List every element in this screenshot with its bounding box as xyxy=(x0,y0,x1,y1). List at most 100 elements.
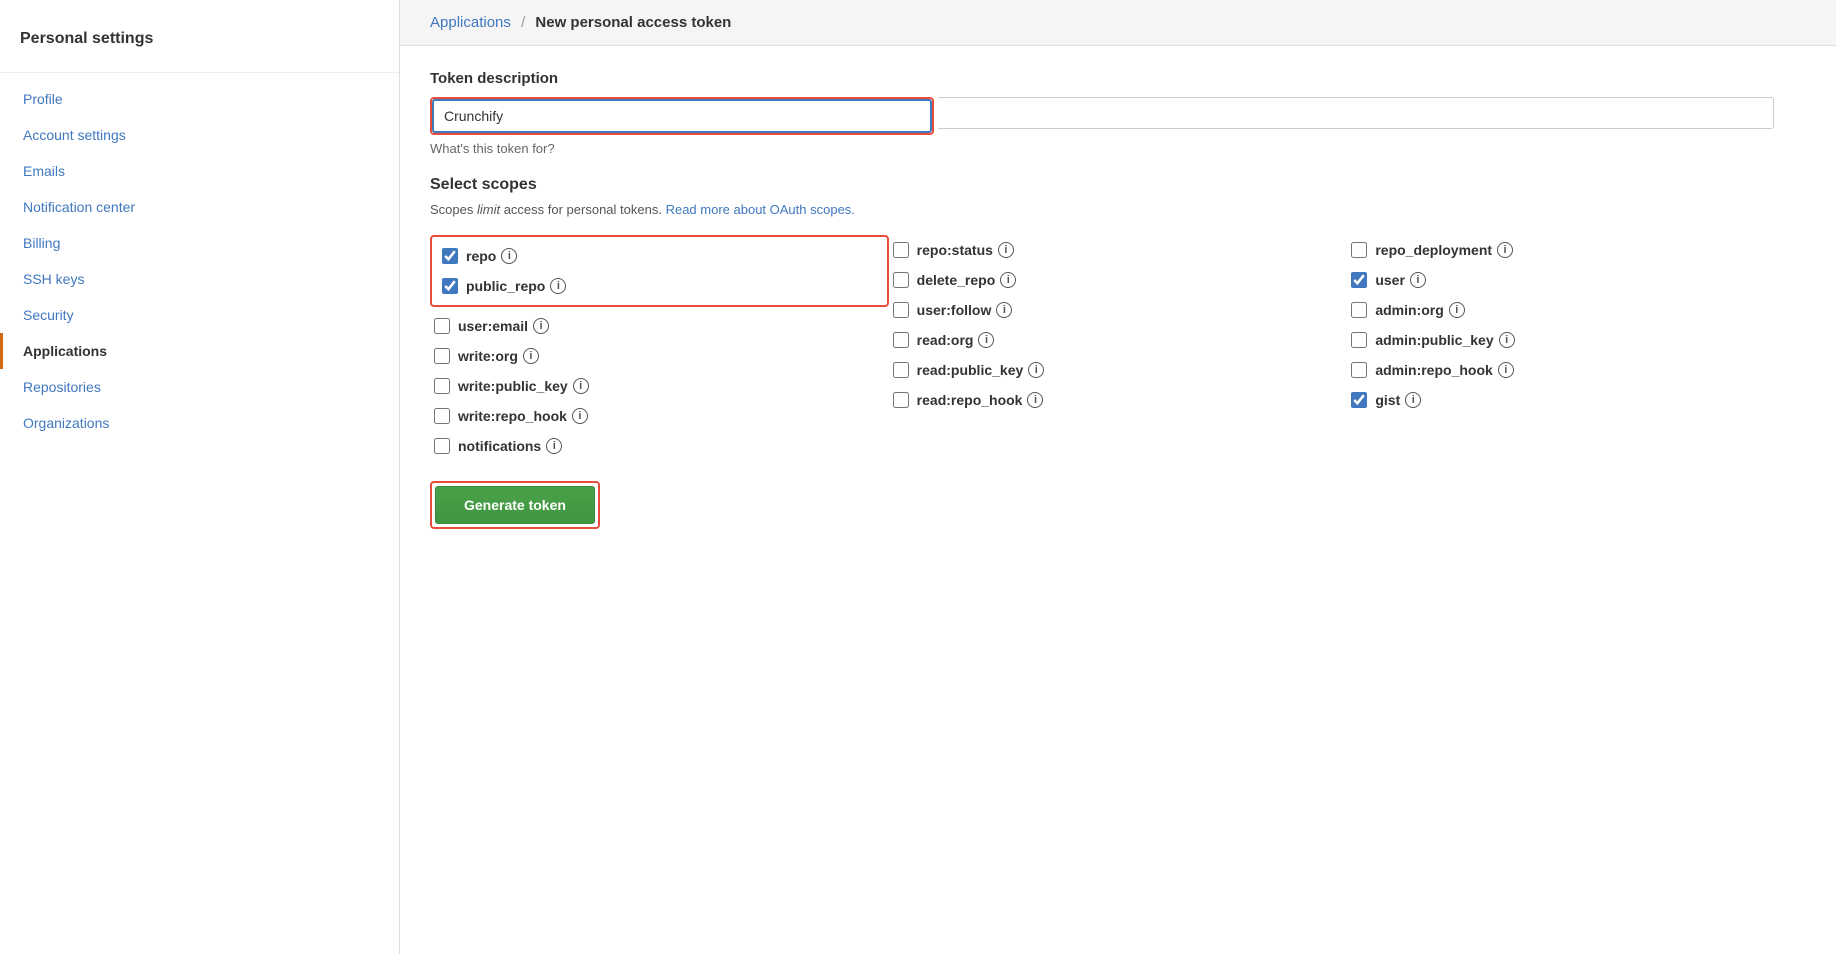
sidebar-item-account-settings[interactable]: Account settings xyxy=(0,117,399,153)
scope-text-write-org: write:org xyxy=(458,348,518,364)
scope-label-read-repo-hook[interactable]: read:repo_hook i xyxy=(917,392,1044,408)
scope-item-write-org: write:org i xyxy=(430,341,889,371)
scope-label-delete-repo[interactable]: delete_repo i xyxy=(917,272,1017,288)
sidebar-item-billing[interactable]: Billing xyxy=(0,225,399,261)
scope-item-read-org: read:org i xyxy=(889,325,1348,355)
scope-info-write-org: i xyxy=(523,348,539,364)
breadcrumb-parent[interactable]: Applications xyxy=(430,14,511,31)
sidebar-item-organizations[interactable]: Organizations xyxy=(0,405,399,441)
scope-label-write-repo-hook[interactable]: write:repo_hook i xyxy=(458,408,588,424)
scope-checkbox-write-repo-hook[interactable] xyxy=(434,408,450,424)
scope-info-write-public-key: i xyxy=(573,378,589,394)
scopes-grid: repo i public_repo i xyxy=(430,235,1806,461)
scope-label-repo[interactable]: repo i xyxy=(466,248,517,264)
scope-checkbox-repo-deployment[interactable] xyxy=(1351,242,1367,258)
scope-checkbox-user[interactable] xyxy=(1351,272,1367,288)
scope-text-admin-public-key: admin:public_key xyxy=(1375,332,1493,348)
scope-text-gist: gist xyxy=(1375,392,1400,408)
sidebar-item-repositories[interactable]: Repositories xyxy=(0,369,399,405)
scope-checkbox-user-follow[interactable] xyxy=(893,302,909,318)
scope-info-read-org: i xyxy=(978,332,994,348)
scope-checkbox-admin-org[interactable] xyxy=(1351,302,1367,318)
scope-text-user-email: user:email xyxy=(458,318,528,334)
scope-info-write-repo-hook: i xyxy=(572,408,588,424)
scope-info-user-follow: i xyxy=(996,302,1012,318)
scope-checkbox-read-org[interactable] xyxy=(893,332,909,348)
scope-item-write-public-key: write:public_key i xyxy=(430,371,889,401)
sidebar-item-security[interactable]: Security xyxy=(0,297,399,333)
sidebar-item-profile[interactable]: Profile xyxy=(0,81,399,117)
scope-checkbox-admin-repo-hook[interactable] xyxy=(1351,362,1367,378)
scope-label-write-org[interactable]: write:org i xyxy=(458,348,539,364)
scope-label-admin-public-key[interactable]: admin:public_key i xyxy=(1375,332,1514,348)
scope-label-user-follow[interactable]: user:follow i xyxy=(917,302,1013,318)
scopes-desc-suffix: access for personal tokens. xyxy=(500,202,662,217)
scope-info-admin-org: i xyxy=(1449,302,1465,318)
main-content: Applications / New personal access token… xyxy=(400,0,1836,954)
scope-item-delete-repo: delete_repo i xyxy=(889,265,1348,295)
scope-item-repo: repo i xyxy=(438,241,881,271)
scope-label-admin-repo-hook[interactable]: admin:repo_hook i xyxy=(1375,362,1513,378)
scope-label-user-email[interactable]: user:email i xyxy=(458,318,549,334)
sidebar-item-notification-center[interactable]: Notification center xyxy=(0,189,399,225)
scope-label-repo-status[interactable]: repo:status i xyxy=(917,242,1014,258)
sidebar: Personal settings Profile Account settin… xyxy=(0,0,400,954)
scope-text-repo: repo xyxy=(466,248,496,264)
sidebar-item-emails[interactable]: Emails xyxy=(0,153,399,189)
scope-label-public-repo[interactable]: public_repo i xyxy=(466,278,566,294)
scope-text-write-repo-hook: write:repo_hook xyxy=(458,408,567,424)
scope-info-read-repo-hook: i xyxy=(1027,392,1043,408)
generate-button-highlight: Generate token xyxy=(430,481,600,529)
scope-text-read-org: read:org xyxy=(917,332,974,348)
scope-item-repo-deployment: repo_deployment i xyxy=(1347,235,1806,265)
scope-label-read-org[interactable]: read:org i xyxy=(917,332,995,348)
scope-checkbox-public-repo[interactable] xyxy=(442,278,458,294)
scope-text-user: user xyxy=(1375,272,1405,288)
token-description-input[interactable] xyxy=(432,99,932,133)
scope-checkbox-admin-public-key[interactable] xyxy=(1351,332,1367,348)
scope-checkbox-repo[interactable] xyxy=(442,248,458,264)
scope-checkbox-write-org[interactable] xyxy=(434,348,450,364)
scope-label-admin-org[interactable]: admin:org i xyxy=(1375,302,1464,318)
scope-label-write-public-key[interactable]: write:public_key i xyxy=(458,378,589,394)
scope-label-gist[interactable]: gist i xyxy=(1375,392,1421,408)
scope-label-repo-deployment[interactable]: repo_deployment i xyxy=(1375,242,1513,258)
scope-text-user-follow: user:follow xyxy=(917,302,992,318)
scope-label-notifications[interactable]: notifications i xyxy=(458,438,562,454)
scope-info-repo: i xyxy=(501,248,517,264)
scope-label-read-public-key[interactable]: read:public_key i xyxy=(917,362,1045,378)
sidebar-divider xyxy=(0,72,399,73)
token-input-container xyxy=(430,97,1806,135)
scope-item-notifications: notifications i xyxy=(430,431,889,461)
scope-checkbox-gist[interactable] xyxy=(1351,392,1367,408)
scope-checkbox-notifications[interactable] xyxy=(434,438,450,454)
scope-item-admin-public-key: admin:public_key i xyxy=(1347,325,1806,355)
scope-item-user-follow: user:follow i xyxy=(889,295,1348,325)
generate-token-button[interactable]: Generate token xyxy=(435,486,595,524)
scope-item-repo-status: repo:status i xyxy=(889,235,1348,265)
scope-text-read-public-key: read:public_key xyxy=(917,362,1024,378)
scope-label-user[interactable]: user i xyxy=(1375,272,1426,288)
scope-checkbox-user-email[interactable] xyxy=(434,318,450,334)
breadcrumb: Applications / New personal access token xyxy=(400,0,1836,46)
token-description-input-ext[interactable] xyxy=(938,97,1774,129)
scope-item-gist: gist i xyxy=(1347,385,1806,415)
scope-checkbox-write-public-key[interactable] xyxy=(434,378,450,394)
sidebar-title: Personal settings xyxy=(0,20,399,64)
sidebar-item-ssh-keys[interactable]: SSH keys xyxy=(0,261,399,297)
scope-text-notifications: notifications xyxy=(458,438,541,454)
scope-checkbox-read-repo-hook[interactable] xyxy=(893,392,909,408)
breadcrumb-separator: / xyxy=(521,14,525,31)
scope-checkbox-repo-status[interactable] xyxy=(893,242,909,258)
scope-info-delete-repo: i xyxy=(1000,272,1016,288)
scope-highlight-box: repo i public_repo i xyxy=(430,235,889,307)
scope-info-gist: i xyxy=(1405,392,1421,408)
scopes-col-2: repo:status i delete_repo i xyxy=(889,235,1348,415)
scope-checkbox-delete-repo[interactable] xyxy=(893,272,909,288)
scope-text-read-repo-hook: read:repo_hook xyxy=(917,392,1023,408)
scope-checkbox-read-public-key[interactable] xyxy=(893,362,909,378)
sidebar-item-applications[interactable]: Applications xyxy=(0,333,399,369)
scopes-oauth-link[interactable]: Read more about OAuth scopes. xyxy=(666,202,855,217)
scope-info-repo-status: i xyxy=(998,242,1014,258)
scope-info-admin-repo-hook: i xyxy=(1498,362,1514,378)
